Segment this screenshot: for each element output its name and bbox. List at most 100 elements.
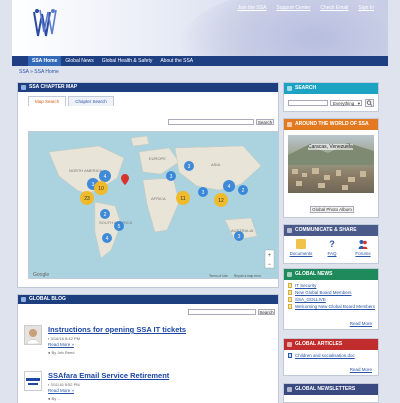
cluster-9[interactable]: 12 [214,193,228,207]
check-email-link[interactable]: Check Email [320,5,348,11]
world-map[interactable]: NORTH AMERICA SOUTH AMERICA AFRICA EUROP… [28,131,279,279]
svg-text:11: 11 [180,196,185,202]
chevron-down-icon: ▾ [357,101,360,106]
news-list: IT Security New Global Board Members SSA… [288,283,375,311]
blog-search-input[interactable] [188,309,256,315]
svg-text:4: 4 [228,184,231,190]
articles-header: GLOBAL ARTICLES [284,339,378,350]
svg-text:12: 12 [218,198,224,204]
newsletters-header: GLOBAL NEWSLETTERS [284,384,378,395]
cluster-3[interactable]: 10 [94,181,108,195]
question-icon: ? [329,239,335,249]
news-item[interactable]: New Global Board Members [288,290,375,297]
articles-list: Children and socialisation.doc [288,353,355,360]
news-item[interactable]: Welcoming New Global Board Members [288,304,375,311]
news-item[interactable]: SSA_GOLLIVE [288,297,375,304]
blog-post-author: ● By ... [48,396,61,401]
label-asia: ASIA [211,162,220,167]
news-item[interactable]: IT Security [288,283,375,290]
nav-health-safety[interactable]: Global Health & Safety [98,56,157,66]
cluster-6[interactable]: 5 [114,221,124,231]
around-header: AROUND THE WORLD OF SSA [284,119,378,130]
svg-text:3: 3 [238,234,241,240]
cluster-2[interactable]: 4 [99,170,111,182]
svg-text:4: 4 [106,236,109,242]
nav-global-news[interactable]: Global News [61,56,97,66]
map-terms-link[interactable]: Terms of Use [209,274,228,278]
global-newsletters-widget: GLOBAL NEWSLETTERS [283,383,379,403]
label-europe: EUROPE [149,156,166,161]
map-report-link[interactable]: Report a map error [234,274,262,278]
cluster-15[interactable]: 3 [234,231,244,241]
search-scope-select[interactable]: Everything ▾ [330,100,362,106]
map-search-button[interactable]: Search [256,119,274,125]
ssa-logo[interactable] [28,6,64,42]
sign-in-link[interactable]: Sign In [358,5,374,11]
cluster-4[interactable]: 23 [80,191,94,205]
blog-icon [21,297,26,302]
people-icon [358,239,368,249]
cluster-8[interactable]: 11 [176,191,190,205]
breadcrumb-current[interactable]: SSA Home [34,69,58,75]
google-attribution: Google [33,272,49,278]
search-widget: SEARCH Everything ▾ [283,82,379,112]
svg-text:+: + [268,253,272,259]
map-tabs: Map Search Chapter Search [28,96,116,106]
read-more-link[interactable]: Read More » [48,342,74,347]
news-title: GLOBAL NEWS [295,271,333,277]
news-icon [287,272,292,277]
label-africa: AFRICA [151,196,166,201]
cluster-5[interactable]: 2 [100,209,110,219]
article-icon [287,342,292,347]
read-more-link[interactable]: Read More » [48,388,74,393]
documents-link[interactable]: Documents [284,239,318,256]
breadcrumb-separator: » [30,69,33,75]
search-icon [287,86,292,91]
map-marker-pin-icon[interactable] [121,174,129,185]
document-icon [288,297,292,302]
tab-map-search[interactable]: Map Search [28,96,67,106]
site-header: Join the SSA Support Center Check Email … [12,0,388,58]
svg-text:3: 3 [202,190,205,196]
article-item[interactable]: Children and socialisation.doc [288,353,355,360]
user-icon: ● [48,396,51,401]
global-photo-album-button[interactable]: Global Photo Album [310,206,354,213]
cluster-10[interactable]: 3 [166,171,176,181]
newsletters-title: GLOBAL NEWSLETTERS [295,386,356,392]
blog-search-button[interactable]: Search [258,309,275,315]
global-blog-panel: GLOBAL BLOG Search Instructions for open… [17,294,279,403]
site-search-input[interactable] [288,100,328,106]
cluster-12[interactable]: 3 [198,187,208,197]
search-go-button[interactable] [365,99,374,107]
label-north-america: NORTH AMERICA [69,168,103,173]
magnifier-icon [366,100,373,106]
company-logo [24,371,42,391]
nav-about[interactable]: About the SSA [156,56,197,66]
forums-link[interactable]: Forums [346,239,380,256]
cluster-11[interactable]: 3 [184,161,194,171]
cluster-13[interactable]: 4 [223,180,235,192]
news-header: GLOBAL NEWS [284,269,378,280]
join-link[interactable]: Join the SSA [238,5,267,11]
faq-link[interactable]: ? FAQ [315,239,349,256]
document-icon [288,353,292,358]
svg-text:2: 2 [242,188,245,194]
map-icon [21,85,26,90]
nav-ssa-home[interactable]: SSA Home [28,56,62,66]
blog-post-title[interactable]: Instructions for opening SSA IT tickets [48,325,186,334]
map-zoom-controls[interactable]: + − [264,249,275,269]
user-icon: ● [48,350,51,355]
breadcrumb-root[interactable]: SSA [19,69,29,75]
tab-chapter-search[interactable]: Chapter Search [68,96,114,106]
document-icon [288,283,292,288]
chapter-map-header: SSA CHAPTER MAP [18,83,278,92]
news-read-more-link[interactable]: Read More [350,321,372,326]
blog-post-title[interactable]: SSAfara Email Service Retirement [48,371,169,380]
svg-text:3: 3 [188,164,191,170]
support-center-link[interactable]: Support Center [276,5,310,11]
map-search-input[interactable] [168,119,254,125]
cluster-7[interactable]: 4 [102,233,112,243]
cluster-14[interactable]: 2 [238,185,248,195]
blog-post: SSAfara Email Service Retirement ▪ 3/11/… [24,371,274,403]
articles-read-more-link[interactable]: Read More [350,367,372,372]
